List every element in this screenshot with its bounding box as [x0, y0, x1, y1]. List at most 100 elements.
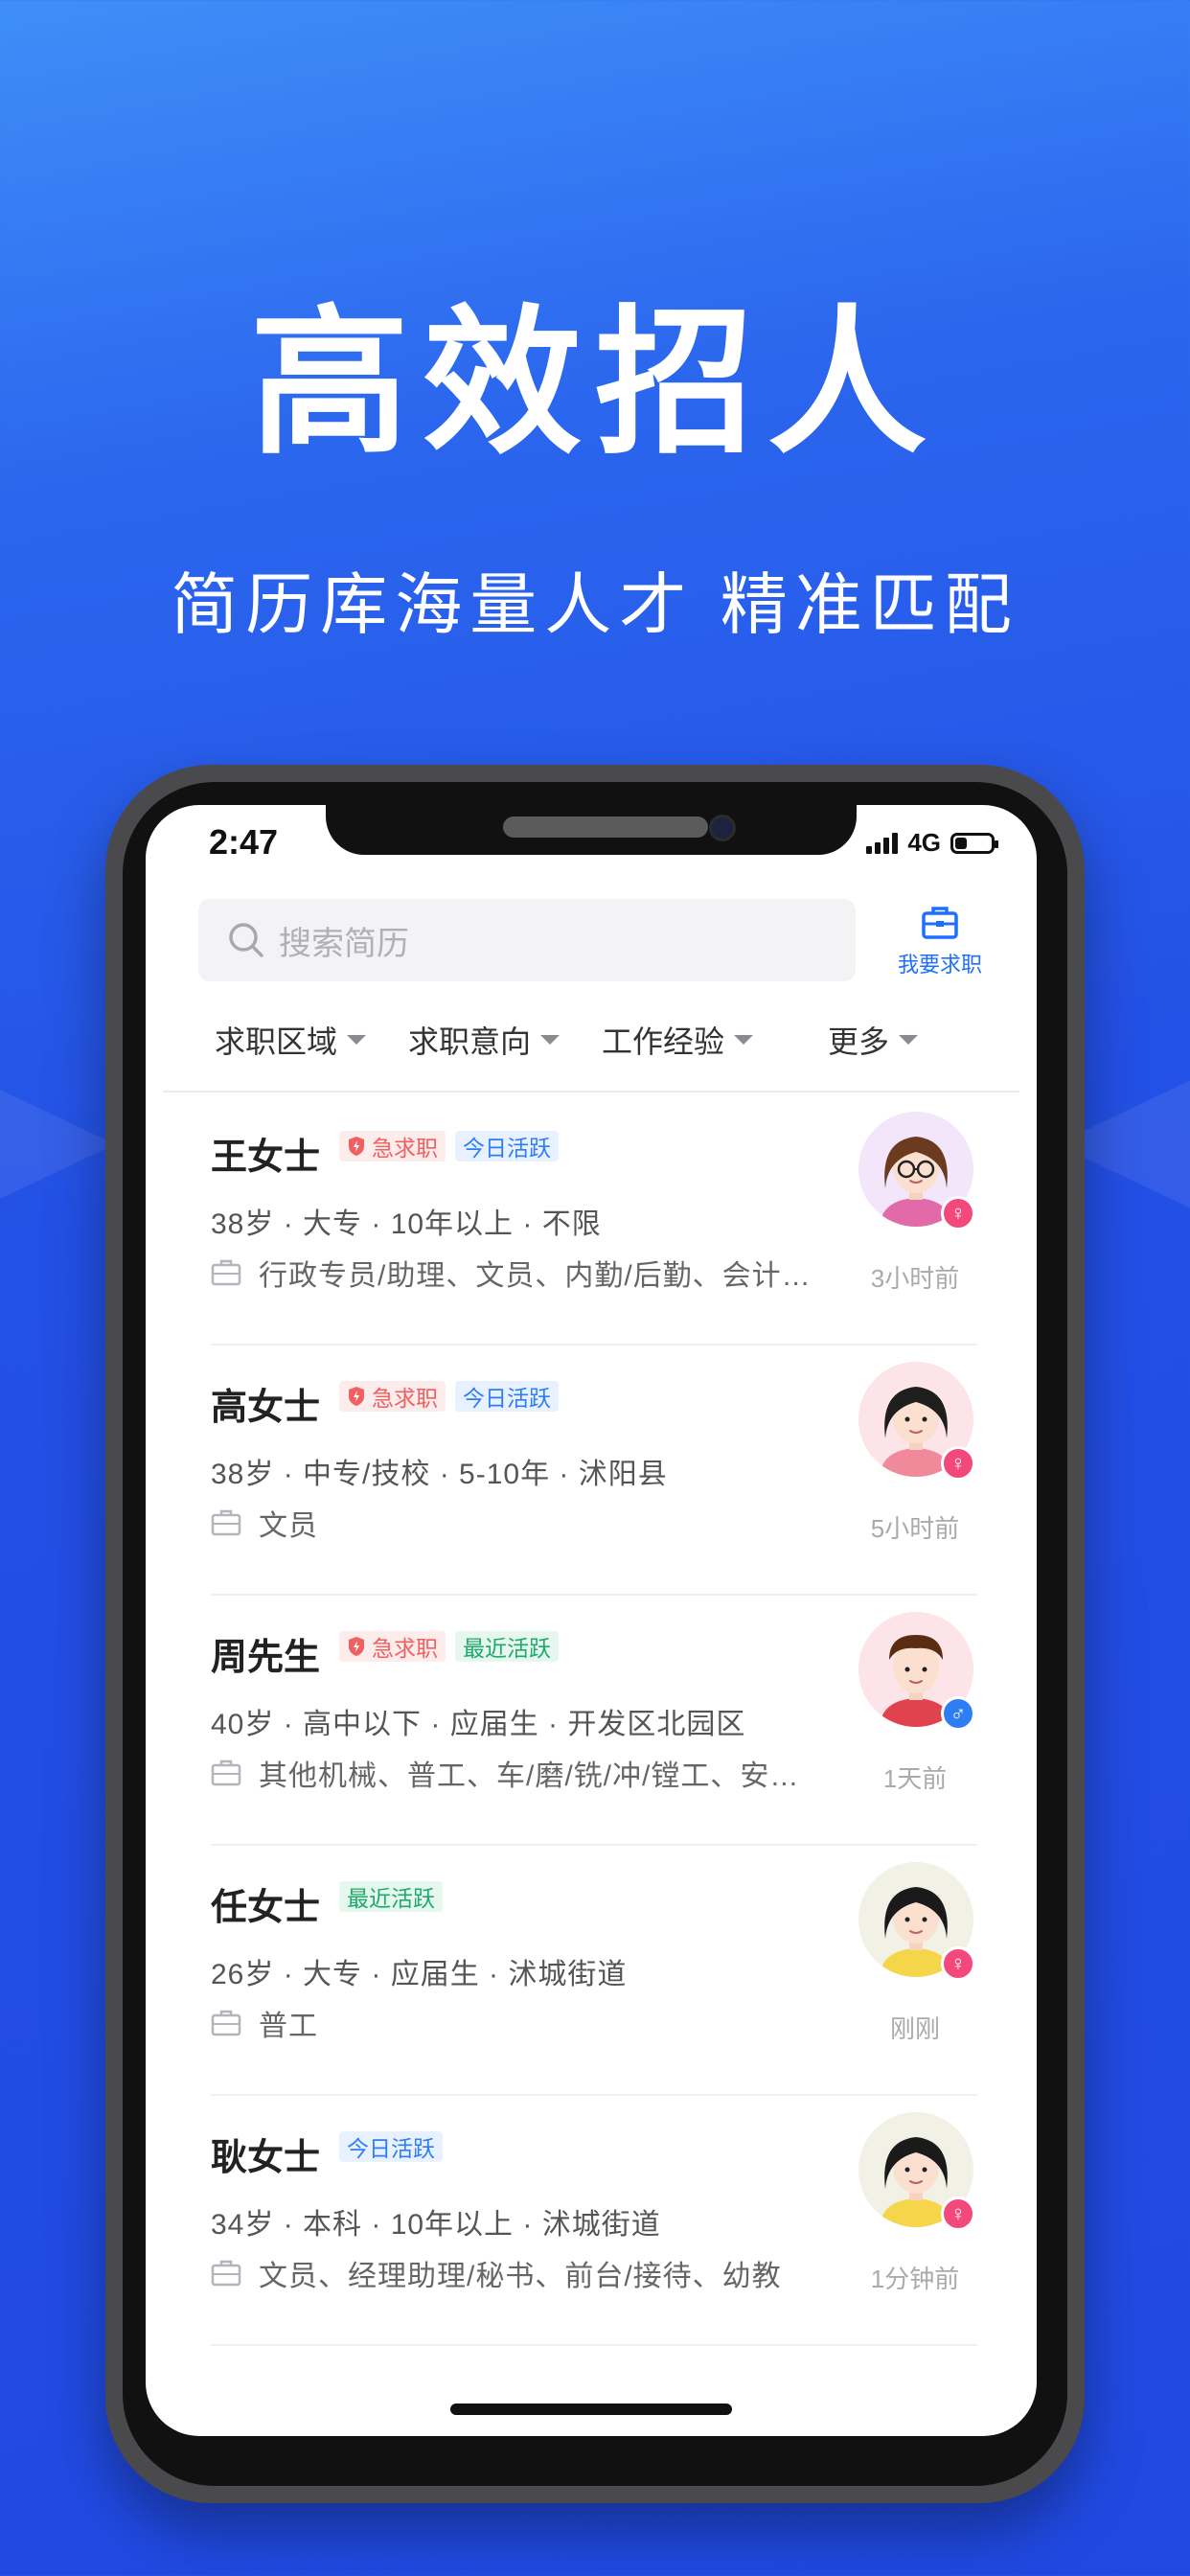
candidate-jobs: 行政专员/助理、文员、内勤/后勤、会计… — [211, 1252, 834, 1294]
avatar: ♀ — [858, 2112, 975, 2231]
candidate-jobs-text: 普工 — [259, 2011, 318, 2042]
caret-down-icon — [540, 1035, 561, 1045]
caret-down-icon — [347, 1035, 367, 1045]
candidate-tags: 今日活跃 — [339, 2131, 443, 2162]
filter-label: 求职意向 — [408, 1024, 532, 1059]
male-icon: ♂ — [941, 1696, 975, 1731]
candidate-name: 耿女士 — [211, 2138, 321, 2178]
candidate-active-time: 刚刚 — [889, 2014, 940, 2043]
status-indicators: 4G — [866, 828, 998, 858]
candidate-meta: 38岁 · 大专 · 10年以上 · 不限 — [211, 1208, 602, 1240]
filter-label: 求职区域 — [215, 1024, 338, 1059]
candidate-meta: 38岁 · 中专/技校 · 5-10年 · 沭阳县 — [211, 1459, 668, 1490]
female-icon: ♀ — [941, 1946, 975, 1981]
briefcase-icon — [211, 2010, 241, 2036]
hero-title: 高效招人 — [250, 295, 940, 472]
shield-bolt-icon — [349, 1637, 364, 1656]
candidate-meta: 40岁 · 高中以下 · 应届生 · 开发区北园区 — [211, 1709, 746, 1740]
filter-bar: 求职区域 求职意向 工作经验 更多 — [146, 1006, 1037, 1073]
candidate-meta: 26岁 · 大专 · 应届生 · 沭城街道 — [211, 1959, 628, 1990]
tag-today: 今日活跃 — [339, 2131, 443, 2162]
avatar: ♀ — [858, 1112, 975, 1230]
tag-label: 今日活跃 — [463, 1386, 551, 1411]
caret-down-icon — [734, 1035, 754, 1045]
briefcase-icon — [211, 1509, 241, 1536]
tag-urgent: 急求职 — [339, 1631, 446, 1662]
search-input[interactable]: 搜索简历 — [198, 899, 856, 981]
tag-label: 今日活跃 — [347, 2136, 435, 2161]
tag-label: 急求职 — [372, 1136, 438, 1161]
speaker-grille — [503, 816, 708, 838]
home-indicator[interactable] — [450, 2404, 732, 2415]
signal-icon — [866, 832, 899, 854]
filter-region[interactable]: 求职区域 — [215, 1006, 367, 1073]
shield-bolt-icon — [349, 1137, 364, 1156]
tag-label: 最近活跃 — [463, 1636, 551, 1661]
briefcase-icon — [211, 1259, 241, 1286]
briefcase-icon — [211, 2260, 241, 2287]
filter-more[interactable]: 更多 — [828, 1006, 919, 1073]
candidate-card[interactable]: 高女士 急求职 今日活跃 38岁 · 中专/技校 · 5-10年 · 沭阳县 文员… — [211, 1345, 977, 1596]
briefcase-icon — [922, 907, 958, 939]
filter-divider — [163, 1091, 1019, 1092]
candidate-jobs: 普工 — [211, 2002, 834, 2044]
tag-urgent: 急求职 — [339, 1131, 446, 1162]
candidate-card[interactable]: 任女士 最近活跃 26岁 · 大专 · 应届生 · 沭城街道 普工 ♀ 刚刚 — [211, 1845, 977, 2096]
candidate-tags: 急求职 最近活跃 — [339, 1631, 559, 1662]
search-icon — [229, 923, 263, 957]
network-type: 4G — [907, 828, 941, 857]
candidate-name: 任女士 — [211, 1888, 321, 1928]
tag-label: 最近活跃 — [347, 1886, 435, 1911]
candidate-card[interactable]: 王女士 急求职 今日活跃 38岁 · 大专 · 10年以上 · 不限 行政专员/助… — [211, 1094, 977, 1346]
job-seek-label: 我要求职 — [897, 953, 982, 977]
tag-today: 今日活跃 — [455, 1381, 559, 1412]
job-seek-button[interactable]: 我要求职 — [878, 899, 1002, 985]
candidate-tags: 急求职 今日活跃 — [339, 1131, 559, 1162]
caret-down-icon — [899, 1035, 919, 1045]
candidate-jobs-text: 文员、经理助理/秘书、前台/接待、幼教 — [259, 2261, 782, 2292]
female-icon: ♀ — [941, 1196, 975, 1230]
candidate-active-time: 1天前 — [882, 1764, 948, 1793]
avatar: ♂ — [858, 1612, 975, 1731]
candidate-card[interactable]: 周先生 急求职 最近活跃 40岁 · 高中以下 · 应届生 · 开发区北园区 其他… — [211, 1595, 977, 1846]
female-icon: ♀ — [941, 1446, 975, 1481]
battery-icon — [950, 832, 998, 854]
avatar: ♀ — [858, 1362, 975, 1481]
candidate-card[interactable]: 耿女士 今日活跃 34岁 · 本科 · 10年以上 · 沭城街道 文员、经理助理… — [211, 2095, 977, 2346]
candidate-meta: 34岁 · 本科 · 10年以上 · 沭城街道 — [211, 2209, 661, 2241]
candidate-jobs: 文员、经理助理/秘书、前台/接待、幼教 — [211, 2252, 834, 2294]
phone-screen: 2:47 4G 搜索简历 我要求职 求职区域 求职意向 工作经验 更多 王女士 … — [146, 805, 1037, 2436]
candidate-name: 高女士 — [211, 1388, 321, 1428]
background-decoration-left — [0, 1071, 115, 1217]
candidate-name: 周先生 — [211, 1638, 321, 1678]
search-placeholder: 搜索简历 — [279, 925, 409, 962]
status-time: 2:47 — [209, 822, 279, 862]
filter-experience[interactable]: 工作经验 — [602, 1006, 754, 1073]
candidate-jobs: 其他机械、普工、车/磨/铣/冲/镗工、安… — [211, 1752, 834, 1794]
candidate-jobs-text: 文员 — [259, 1510, 318, 1542]
tag-recent: 最近活跃 — [455, 1631, 559, 1662]
shield-bolt-icon — [349, 1387, 364, 1406]
candidate-tags: 急求职 今日活跃 — [339, 1381, 559, 1412]
filter-label: 更多 — [828, 1024, 890, 1059]
tag-urgent: 急求职 — [339, 1381, 446, 1412]
female-icon: ♀ — [941, 2196, 975, 2231]
candidate-jobs: 文员 — [211, 1502, 834, 1544]
filter-intention[interactable]: 求职意向 — [408, 1006, 561, 1073]
avatar: ♀ — [858, 1862, 975, 1981]
candidate-tags: 最近活跃 — [339, 1881, 443, 1912]
tag-label: 急求职 — [372, 1386, 438, 1411]
tag-label: 急求职 — [372, 1636, 438, 1661]
tag-label: 今日活跃 — [463, 1136, 551, 1161]
front-camera — [709, 815, 736, 841]
briefcase-icon — [211, 1760, 241, 1786]
candidate-jobs-text: 行政专员/助理、文员、内勤/后勤、会计… — [259, 1260, 812, 1292]
candidate-jobs-text: 其他机械、普工、车/磨/铣/冲/镗工、安… — [259, 1760, 800, 1792]
tag-recent: 最近活跃 — [339, 1881, 443, 1912]
tag-today: 今日活跃 — [455, 1131, 559, 1162]
candidate-active-time: 3小时前 — [870, 1264, 960, 1293]
candidate-name: 王女士 — [211, 1138, 321, 1178]
hero-subtitle: 简历库海量人才 精准匹配 — [171, 567, 1019, 642]
candidate-active-time: 5小时前 — [870, 1514, 960, 1543]
candidate-active-time: 1分钟前 — [870, 2265, 960, 2293]
